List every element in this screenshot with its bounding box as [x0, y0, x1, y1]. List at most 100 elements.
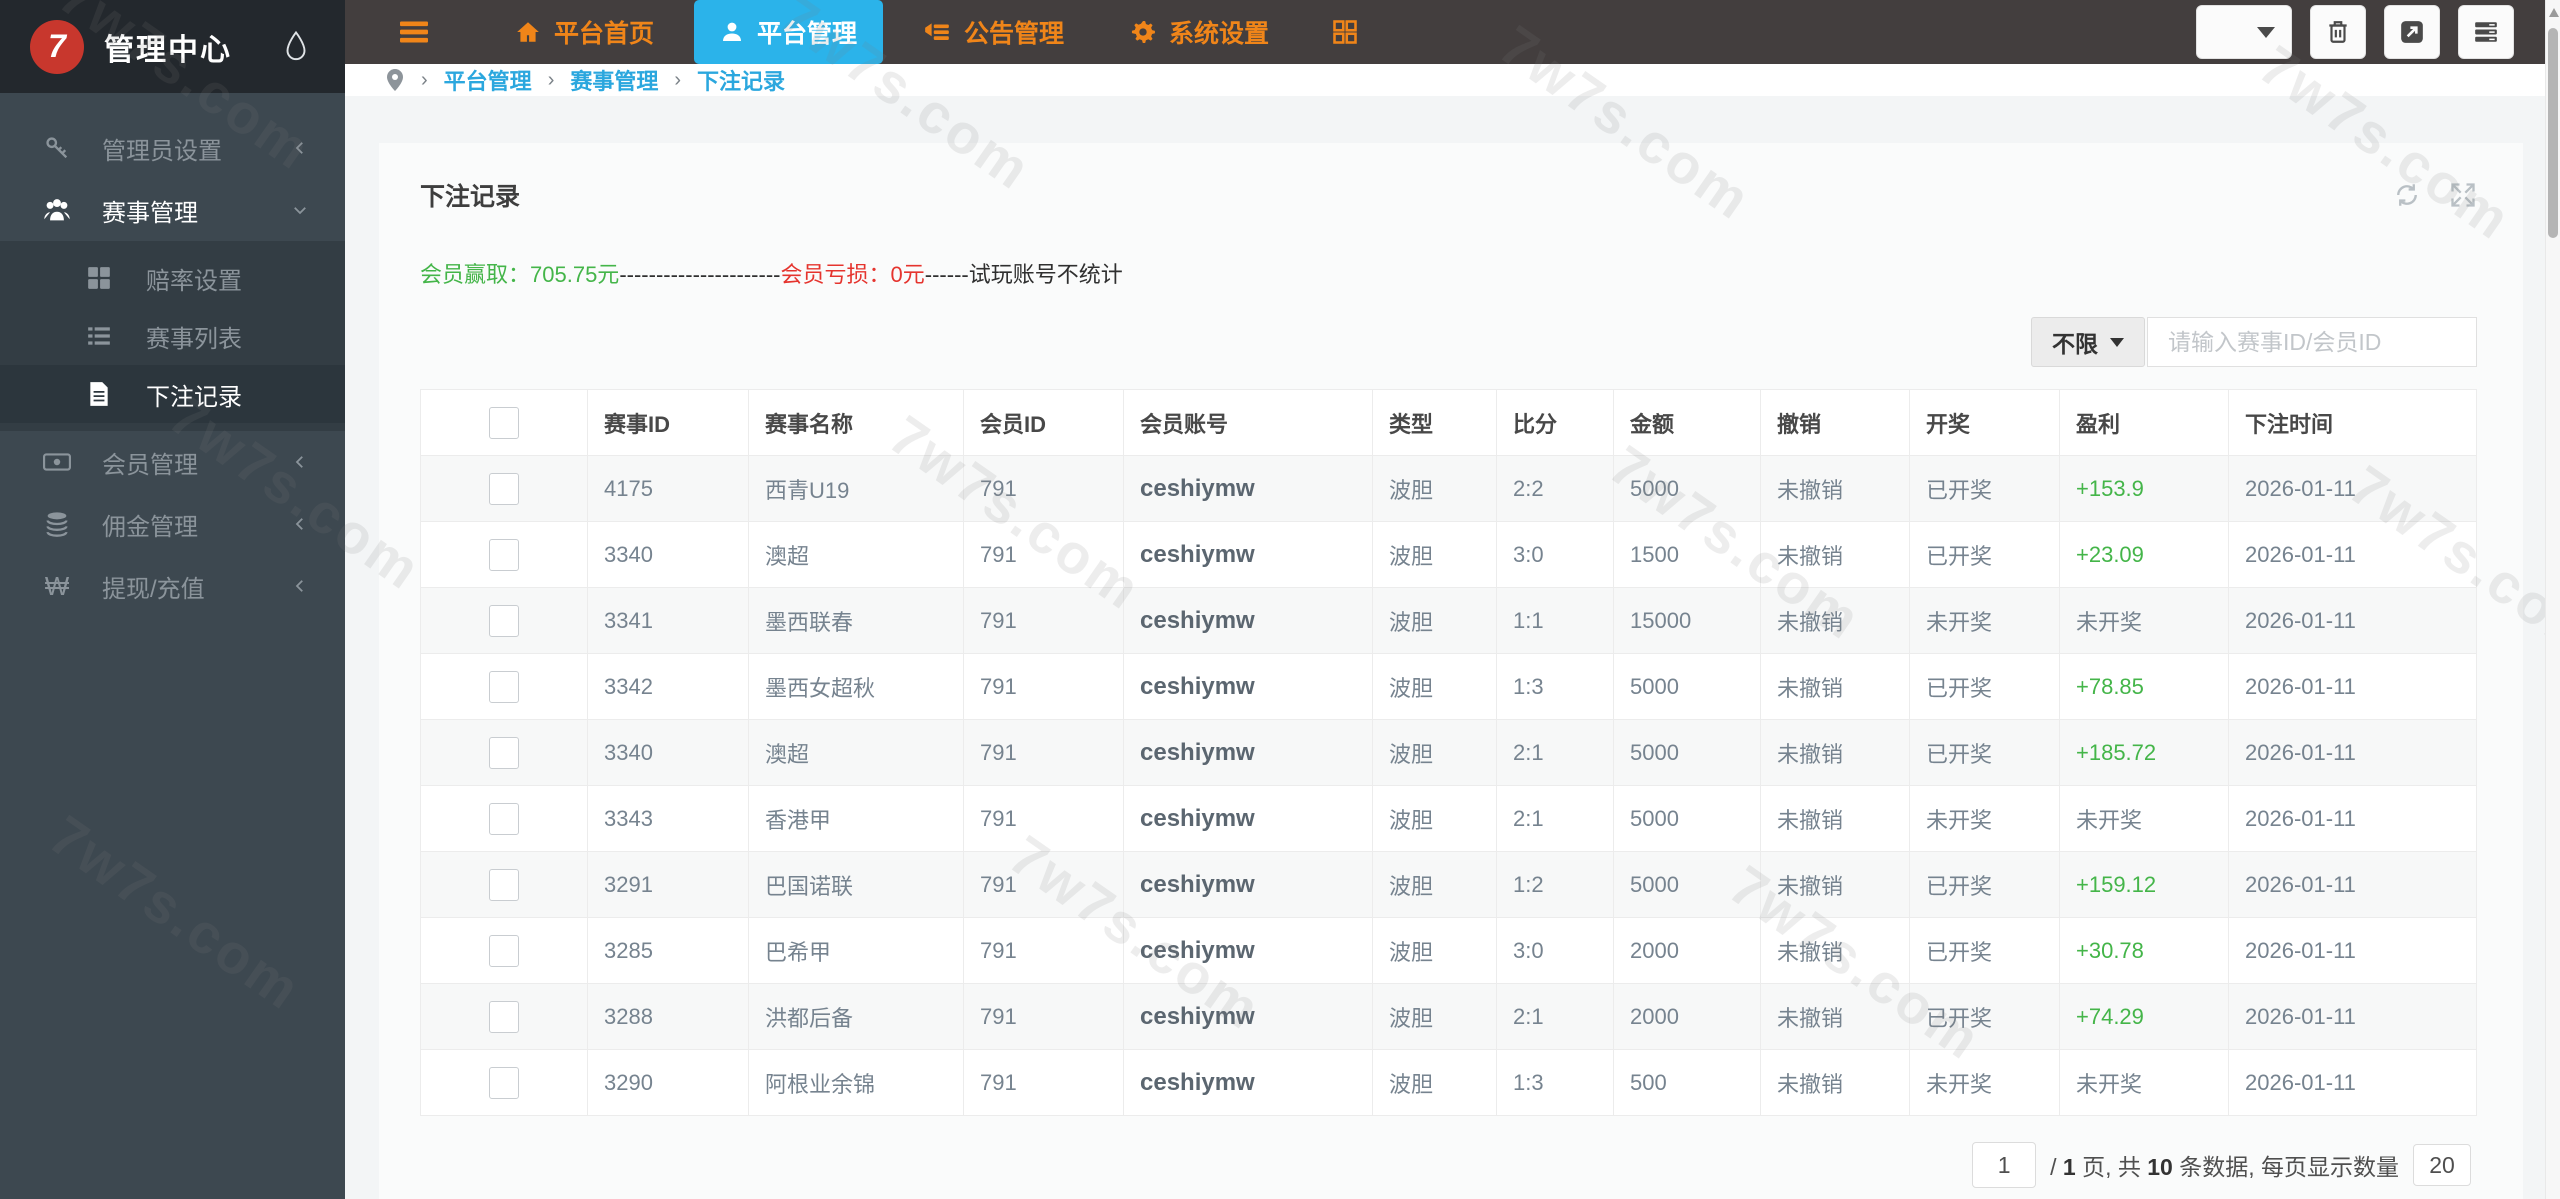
sidebar-item-match-list[interactable]: 赛事列表: [0, 307, 345, 365]
cell-draw: 未开奖: [1909, 785, 2060, 852]
cell-member-id: 791: [963, 587, 1124, 654]
cell-profit: +78.85: [2059, 653, 2229, 720]
sidebar-item-bet-records[interactable]: 下注记录: [0, 365, 345, 423]
loss-value: 0元: [890, 262, 925, 287]
cell-match-name: 巴国诺联: [748, 851, 964, 918]
col-header: 赛事ID: [587, 389, 749, 456]
page-number-input[interactable]: [1972, 1142, 2037, 1188]
nav-tab-system-settings[interactable]: 系统设置: [1104, 0, 1295, 64]
cell-score: 2:1: [1496, 983, 1614, 1050]
bet-records-card: 下注记录 会员赢取：705.75元----------------------会…: [379, 143, 2523, 1199]
cell-match-name: 澳超: [748, 521, 964, 588]
cell-amount: 5000: [1613, 785, 1761, 852]
pagination-label: 条数据, 每页显示数量: [2179, 1154, 2399, 1180]
cell-match-name: 西青U19: [748, 455, 964, 522]
sidebar-item-match-management[interactable]: 赛事管理: [0, 179, 345, 241]
cell-score: 2:1: [1496, 719, 1614, 786]
cell-type: 波胆: [1372, 653, 1497, 720]
cell-match-id: 3341: [587, 587, 749, 654]
cell-time: 2026-01-11: [2228, 983, 2477, 1050]
cell-draw: 已开奖: [1909, 719, 2060, 786]
home-icon: [515, 19, 541, 45]
nav-tab-announcement-management[interactable]: 公告管理: [897, 0, 1090, 64]
row-checkbox[interactable]: [489, 670, 519, 703]
expand-icon[interactable]: [2449, 181, 2477, 209]
cell-profit: 未开奖: [2059, 587, 2229, 654]
announcement-list-icon: [923, 19, 951, 45]
trash-button[interactable]: [2310, 5, 2366, 59]
cell-profit: +23.09: [2059, 521, 2229, 588]
table-row: 4175 西青U19 791 ceshiymw 波胆 2:2 5000 未撤销 …: [420, 455, 2477, 522]
sidebar-item-label: 下注记录: [146, 383, 242, 411]
breadcrumb-separator: ›: [674, 68, 682, 91]
table-header-row: 赛事ID 赛事名称 会员ID 会员账号 类型 比分 金额 撤销 开奖 盈利 下注…: [420, 389, 2477, 456]
cell-type: 波胆: [1372, 587, 1497, 654]
cell-score: 2:2: [1496, 455, 1614, 522]
cell-type: 波胆: [1372, 719, 1497, 786]
caret-down-icon: [2110, 337, 2124, 347]
select-all-checkbox[interactable]: [489, 406, 519, 439]
cell-time: 2026-01-11: [2228, 1049, 2477, 1116]
row-checkbox[interactable]: [489, 802, 519, 835]
apps-grid-icon[interactable]: [1331, 18, 1359, 46]
external-link-button[interactable]: [2384, 5, 2440, 59]
cell-account: ceshiymw: [1123, 917, 1373, 984]
cell-score: 3:0: [1496, 521, 1614, 588]
scrollbar-up-arrow[interactable]: [2549, 8, 2559, 17]
type-filter-dropdown[interactable]: 不限: [2031, 317, 2145, 367]
sidebar-item-admin-settings[interactable]: 管理员设置: [0, 117, 345, 179]
nav-tab-label: 平台首页: [554, 20, 655, 48]
droplet-icon: [281, 30, 311, 64]
search-input[interactable]: [2147, 317, 2477, 367]
cell-amount: 5000: [1613, 455, 1761, 522]
breadcrumb-link[interactable]: 赛事管理: [570, 64, 658, 96]
table-row: 3285 巴希甲 791 ceshiymw 波胆 3:0 2000 未撤销 已开…: [420, 917, 2477, 984]
sidebar-item-member-management[interactable]: 会员管理: [0, 431, 345, 493]
win-label: 会员赢取：: [420, 262, 531, 287]
table-row: 3340 澳超 791 ceshiymw 波胆 2:1 5000 未撤销 已开奖…: [420, 719, 2477, 786]
user-dropdown-button[interactable]: [2196, 5, 2292, 59]
row-checkbox[interactable]: [489, 604, 519, 637]
sidebar-brand: 7 管理中心: [0, 0, 345, 93]
pagination-text: / 1 页, 共 10 条数据, 每页显示数量: [2050, 1148, 2399, 1182]
server-list-button[interactable]: [2458, 5, 2514, 59]
table-row: 3290 阿根业余锦 791 ceshiymw 波胆 1:3 500 未撤销 未…: [420, 1049, 2477, 1116]
row-checkbox[interactable]: [489, 538, 519, 571]
sidebar-item-withdraw-deposit[interactable]: ₩ 提现/充值: [0, 555, 345, 617]
vertical-scrollbar[interactable]: [2545, 0, 2560, 1199]
chevron-left-icon: [291, 515, 309, 533]
sidebar-item-odds-settings[interactable]: 赔率设置: [0, 249, 345, 307]
cell-match-id: 3285: [587, 917, 749, 984]
cell-account: ceshiymw: [1123, 521, 1373, 588]
cell-draw: 已开奖: [1909, 521, 2060, 588]
pagination: / 1 页, 共 10 条数据, 每页显示数量: [420, 1116, 2477, 1199]
cell-cancel: 未撤销: [1760, 1049, 1910, 1116]
app-window: 7 管理中心 管理员设置 赛事管理 赔率设置 赛事列表 下注记录 会员管理 佣金…: [0, 0, 2560, 1199]
col-header: 比分: [1496, 389, 1614, 456]
nav-tab-platform-management[interactable]: 平台管理: [694, 0, 884, 64]
cell-amount: 1500: [1613, 521, 1761, 588]
row-checkbox[interactable]: [489, 736, 519, 769]
per-page-input[interactable]: [2413, 1144, 2471, 1186]
sidebar-item-commission-management[interactable]: 佣金管理: [0, 493, 345, 555]
cell-score: 2:1: [1496, 785, 1614, 852]
refresh-icon[interactable]: [2393, 181, 2421, 209]
cell-amount: 2000: [1613, 983, 1761, 1050]
loss-label: 会员亏损：: [780, 262, 891, 287]
breadcrumb-link[interactable]: 下注记录: [697, 64, 785, 96]
breadcrumb-link[interactable]: 平台管理: [444, 64, 532, 96]
nav-tab-platform-home[interactable]: 平台首页: [489, 0, 680, 64]
row-checkbox[interactable]: [489, 472, 519, 505]
row-checkbox[interactable]: [489, 1000, 519, 1033]
row-checkbox[interactable]: [489, 1066, 519, 1099]
row-checkbox[interactable]: [489, 868, 519, 901]
hamburger-icon[interactable]: [397, 18, 431, 46]
type-filter-label: 不限: [2052, 331, 2098, 357]
scrollbar-thumb[interactable]: [2548, 28, 2558, 238]
sidebar-item-label: 会员管理: [102, 451, 198, 479]
row-checkbox[interactable]: [489, 934, 519, 967]
cell-time: 2026-01-11: [2228, 851, 2477, 918]
cell-type: 波胆: [1372, 455, 1497, 522]
brand-logo: 7: [30, 19, 84, 74]
sidebar-item-label: 赛事列表: [146, 325, 242, 353]
